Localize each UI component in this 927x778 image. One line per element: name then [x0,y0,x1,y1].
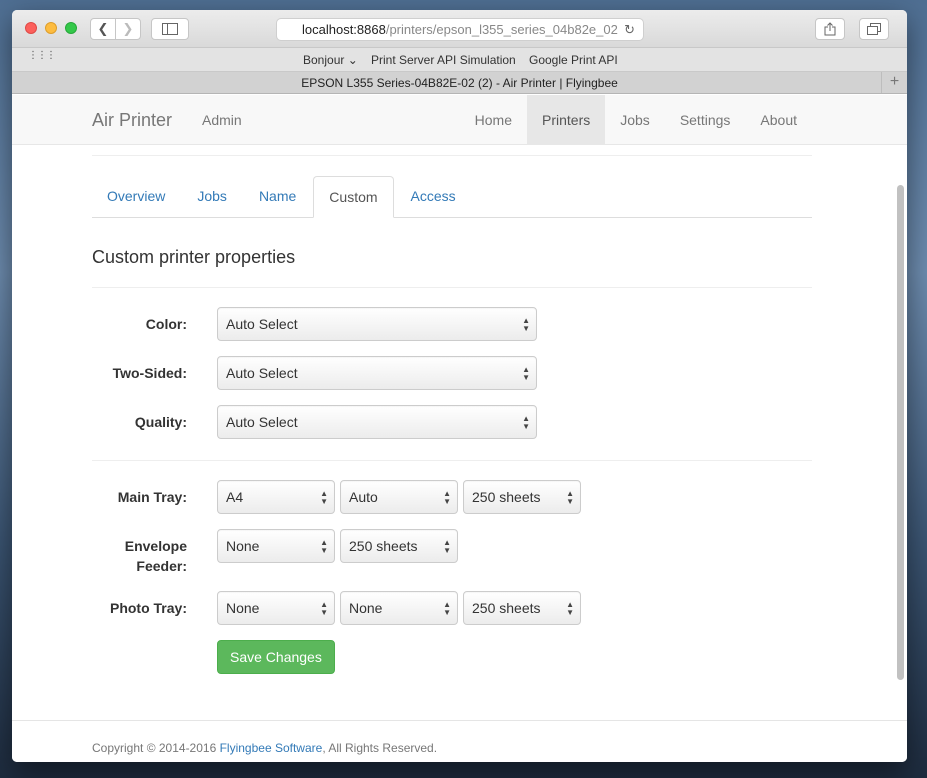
tab-access[interactable]: Access [396,176,471,217]
minimize-window-button[interactable] [45,22,57,34]
quality-select[interactable]: Auto Select ▲ ▼ [217,405,537,439]
copyright-text: Copyright © 2014-2016 Flyingbee Software… [92,741,437,755]
photo-tray-type-select[interactable]: None ▲ ▼ [340,591,458,625]
show-tabs-button[interactable] [859,18,889,40]
zoom-window-button[interactable] [65,22,77,34]
updown-arrow-icon: ▲ ▼ [443,538,451,555]
updown-arrow-icon: ▲ ▼ [566,489,574,506]
photo-tray-size-select[interactable]: None ▲ ▼ [217,591,335,625]
photo-tray-type-value: None [349,600,383,616]
envelope-feeder-size-value: None [226,538,260,554]
site-navbar: Air Printer Admin Home Printers Jobs Set… [12,95,907,145]
updown-arrow-icon: ▲ ▼ [443,489,451,506]
nav-jobs[interactable]: Jobs [605,95,665,145]
envelope-feeder-capacity-value: 250 sheets [349,538,418,554]
share-button[interactable] [815,18,845,40]
tab-overview[interactable]: Overview [92,176,180,217]
share-icon [824,22,836,36]
main-tray-label: Main Tray: [117,489,187,505]
apps-grid-icon[interactable]: ⋮⋮⋮ [28,51,56,61]
updown-arrow-icon: ▲ ▼ [566,600,574,617]
close-window-button[interactable] [25,22,37,34]
quality-select-value: Auto Select [226,414,298,430]
flyingbee-link[interactable]: Flyingbee Software [220,741,323,755]
chevron-left-icon: ❮ [97,21,109,36]
envelope-feeder-capacity-select[interactable]: 250 sheets ▲ ▼ [340,529,458,563]
photo-tray-label: Photo Tray: [109,600,187,616]
reload-icon[interactable]: ↻ [624,22,635,38]
photo-tray-capacity-value: 250 sheets [472,600,541,616]
divider [92,287,812,288]
envelope-feeder-size-select[interactable]: None ▲ ▼ [217,529,335,563]
forward-button[interactable]: ❯ [115,18,141,40]
main-nav: Home Printers Jobs Settings About [460,95,812,145]
main-tray-capacity-value: 250 sheets [472,489,541,505]
color-select[interactable]: Auto Select ▲ ▼ [217,307,537,341]
browser-tab[interactable]: EPSON L355 Series-04B82E-02 (2) - Air Pr… [12,72,907,94]
updown-arrow-icon: ▲ ▼ [320,538,328,555]
two-sided-select[interactable]: Auto Select ▲ ▼ [217,356,537,390]
nav-home[interactable]: Home [460,95,527,145]
bookmark-print-server-api[interactable]: Print Server API Simulation [371,53,516,67]
address-bar[interactable]: localhost:8868/printers/epson_l355_serie… [276,18,644,41]
bookmark-bonjour[interactable]: Bonjour ⌄ [303,53,358,67]
nav-about[interactable]: About [745,95,812,145]
updown-arrow-icon: ▲ ▼ [443,600,451,617]
color-select-value: Auto Select [226,316,298,332]
save-changes-button[interactable]: Save Changes [217,640,335,674]
divider [92,460,812,461]
printer-tabs: Overview Jobs Name Custom Access [92,176,812,218]
tab-jobs[interactable]: Jobs [182,176,242,217]
web-page: Air Printer Admin Home Printers Jobs Set… [12,95,907,762]
photo-tray-size-value: None [226,600,260,616]
updown-arrow-icon: ▲ ▼ [522,414,530,431]
url-path: /printers/epson_l355_series_04b82e_02 [385,22,618,37]
updown-arrow-icon: ▲ ▼ [320,489,328,506]
main-tray-type-select[interactable]: Auto ▲ ▼ [340,480,458,514]
footer: Copyright © 2014-2016 Flyingbee Software… [12,720,907,762]
photo-tray-capacity-select[interactable]: 250 sheets ▲ ▼ [463,591,581,625]
back-button[interactable]: ❮ [90,18,116,40]
divider [92,155,812,156]
page-scrollbar[interactable] [897,185,904,680]
bookmarks-bar: ⋮⋮⋮ Bonjour ⌄ Print Server API Simulatio… [12,48,907,72]
browser-tab-title: EPSON L355 Series-04B82E-02 (2) - Air Pr… [301,76,618,90]
color-label: Color: [145,316,187,332]
sidebar-icon [162,23,178,35]
tabs-overview-icon [867,23,881,35]
url-host: localhost:8868 [302,22,386,37]
brand-link[interactable]: Air Printer [92,110,172,131]
copyright-suffix: , All Rights Reserved. [322,741,438,755]
main-tray-size-select[interactable]: A4 ▲ ▼ [217,480,335,514]
two-sided-label: Two-Sided: [112,365,187,381]
envelope-feeder-label: Envelope Feeder: [92,536,187,576]
two-sided-select-value: Auto Select [226,365,298,381]
copyright-prefix: Copyright © 2014-2016 [92,741,220,755]
browser-window: ❮ ❯ localhost:8868/printers/epson_l355_s… [12,10,907,762]
bookmark-google-print-api[interactable]: Google Print API [529,53,618,67]
updown-arrow-icon: ▲ ▼ [320,600,328,617]
updown-arrow-icon: ▲ ▼ [522,365,530,382]
sidebar-toggle-button[interactable] [151,18,189,40]
tab-custom[interactable]: Custom [313,176,394,218]
admin-link[interactable]: Admin [202,112,242,128]
envelope-feeder-label-line1: Envelope [124,538,187,554]
quality-label: Quality: [134,414,187,430]
new-tab-button[interactable]: + [881,72,907,93]
main-tray-capacity-select[interactable]: 250 sheets ▲ ▼ [463,480,581,514]
nav-printers[interactable]: Printers [527,95,606,145]
tab-name[interactable]: Name [244,176,311,217]
chevron-right-icon: ❯ [122,21,134,36]
envelope-feeder-label-line2: Feeder: [136,558,187,574]
main-tray-size-value: A4 [226,489,244,505]
main-tray-type-value: Auto [349,489,378,505]
browser-toolbar: ❮ ❯ localhost:8868/printers/epson_l355_s… [12,10,907,48]
section-title: Custom printer properties [92,247,296,267]
updown-arrow-icon: ▲ ▼ [522,316,530,333]
nav-settings[interactable]: Settings [665,95,746,145]
